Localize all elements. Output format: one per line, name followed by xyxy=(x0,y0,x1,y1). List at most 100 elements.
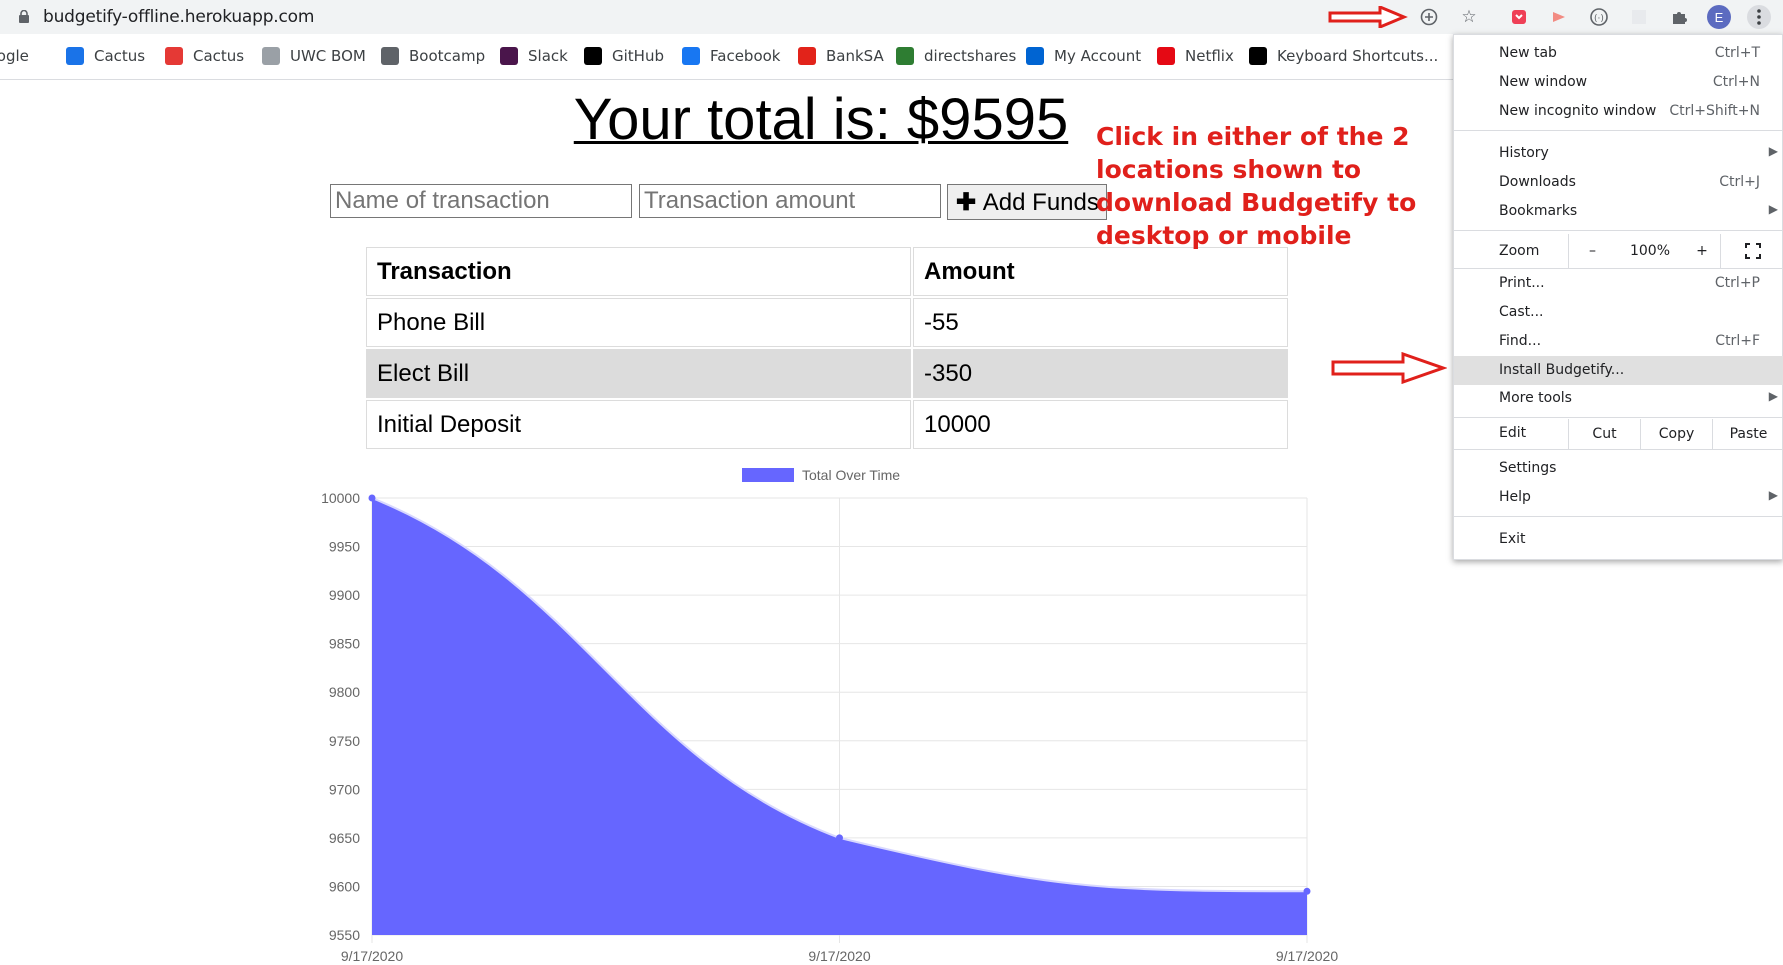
zoom-out-button[interactable]: – xyxy=(1568,234,1616,268)
chrome-menu-button[interactable] xyxy=(1747,5,1771,29)
cactus-icon xyxy=(66,47,84,65)
code-extension-icon[interactable]: (·) xyxy=(1587,5,1611,29)
fullscreen-icon[interactable] xyxy=(1720,234,1783,268)
transaction-name-input[interactable] xyxy=(330,184,632,218)
github-icon xyxy=(584,47,602,65)
chrome-menu: New tab Ctrl+T New window Ctrl+N New incog… xyxy=(1453,34,1783,560)
cast-extension-icon[interactable] xyxy=(1547,5,1571,29)
lock-icon xyxy=(19,10,29,23)
banksa-icon xyxy=(798,47,816,65)
menu-bookmarks[interactable]: Bookmarks ▶ xyxy=(1454,197,1783,226)
address-bar: budgetify-offline.herokuapp.com ☆ (·) E xyxy=(0,0,1783,34)
y-tick-label: 9650 xyxy=(329,830,360,846)
menu-print[interactable]: Print... Ctrl+P xyxy=(1454,269,1783,298)
y-tick-label: 9600 xyxy=(329,878,360,894)
bookmark-label: Bootcamp xyxy=(409,47,486,65)
bookmark-item[interactable]: directshares xyxy=(896,45,1016,67)
telstra-icon xyxy=(1026,47,1044,65)
bookmark-label: GitHub xyxy=(612,47,664,65)
edit-paste-button[interactable]: Paste xyxy=(1712,419,1783,449)
plus-icon: ✚ xyxy=(956,188,983,216)
add-funds-button[interactable]: ✚ Add Funds xyxy=(947,184,1107,220)
blank-extension-icon[interactable] xyxy=(1627,5,1651,29)
bookmark-label: BankSA xyxy=(826,47,884,65)
pocket-extension-icon[interactable] xyxy=(1507,5,1531,29)
star-icon[interactable]: ☆ xyxy=(1457,5,1481,29)
menu-new-tab[interactable]: New tab Ctrl+T xyxy=(1454,39,1783,68)
menu-label: Print... xyxy=(1499,275,1545,291)
menu-label: Zoom xyxy=(1499,243,1540,259)
disc-icon xyxy=(262,47,280,65)
menu-label: Exit xyxy=(1499,531,1526,547)
menu-help[interactable]: Help ▶ xyxy=(1454,483,1783,512)
data-point xyxy=(1303,887,1311,895)
chevron-right-icon: ▶ xyxy=(1768,488,1778,502)
bookmark-item[interactable]: BankSA xyxy=(798,45,884,67)
transactions-table: Transaction Amount Phone Bill -55 Elect … xyxy=(364,245,1290,451)
menu-shortcut: Ctrl+Shift+N xyxy=(1669,103,1760,119)
x-tick-label: 9/17/2020 xyxy=(341,948,403,964)
install-app-icon[interactable] xyxy=(1417,5,1441,29)
bookmark-item[interactable]: Cactus xyxy=(165,45,244,67)
y-tick-label: 9900 xyxy=(329,587,360,603)
bookmark-item[interactable]: Netflix xyxy=(1157,45,1234,67)
bookmark-item[interactable]: Bootcamp xyxy=(381,45,485,67)
menu-history[interactable]: History ▶ xyxy=(1454,139,1783,168)
y-tick-label: 9550 xyxy=(329,927,360,943)
bookmark-item[interactable]: Keyboard Shortcuts... xyxy=(1249,45,1438,67)
red-arrow-icon xyxy=(1328,6,1408,28)
bookmark-item[interactable]: Slack xyxy=(500,45,568,67)
total-over-time-chart: 10000 9950 9900 9850 9800 9750 9700 9650 9600 955… xyxy=(321,467,1338,964)
y-tick-label: 9850 xyxy=(329,636,360,652)
edit-cut-button[interactable]: Cut xyxy=(1568,419,1640,449)
menu-edit: Edit Cut Copy Paste xyxy=(1454,419,1783,449)
bookmark-item[interactable]: UWC BOM xyxy=(262,45,366,67)
legend-swatch xyxy=(742,468,794,482)
install-instruction-annotation: Click in either of the 2 locations shown… xyxy=(1096,122,1417,250)
cactus-logo-icon xyxy=(165,47,183,65)
header-amount: Amount xyxy=(913,247,1288,296)
menu-install-budgetify[interactable]: Install Budgetify... xyxy=(1454,356,1783,385)
menu-divider xyxy=(1454,417,1783,418)
slack-icon xyxy=(500,47,518,65)
bookmark-label: My Account xyxy=(1054,47,1142,65)
transaction-name: Phone Bill xyxy=(366,298,911,347)
chevron-right-icon: ▶ xyxy=(1768,202,1778,216)
menu-new-window[interactable]: New window Ctrl+N xyxy=(1454,68,1783,97)
bookmark-item[interactable]: GitHub xyxy=(584,45,664,67)
menu-settings[interactable]: Settings xyxy=(1454,454,1783,483)
bookmark-item[interactable]: Facebook xyxy=(682,45,780,67)
bookmark-item[interactable]: My Account xyxy=(1026,45,1141,67)
data-point xyxy=(368,494,376,502)
y-tick-label: 9700 xyxy=(329,781,360,797)
menu-label: New window xyxy=(1499,74,1588,90)
table-row: Phone Bill -55 xyxy=(366,298,1288,347)
menu-downloads[interactable]: Downloads Ctrl+J xyxy=(1454,168,1783,197)
menu-cast[interactable]: Cast... xyxy=(1454,298,1783,327)
zoom-in-button[interactable]: + xyxy=(1684,234,1720,268)
bookmark-label: Facebook xyxy=(710,47,781,65)
transaction-amount-input[interactable] xyxy=(639,184,941,218)
red-arrow-icon xyxy=(1331,352,1447,384)
menu-more-tools[interactable]: More tools ▶ xyxy=(1454,384,1783,413)
edit-copy-button[interactable]: Copy xyxy=(1640,419,1712,449)
bookmark-label: UWC BOM xyxy=(290,47,366,65)
menu-new-incognito-window[interactable]: New incognito window Ctrl+Shift+N xyxy=(1454,97,1783,126)
bookmark-label: Keyboard Shortcuts... xyxy=(1277,47,1439,65)
menu-find[interactable]: Find... Ctrl+F xyxy=(1454,327,1783,356)
menu-label: Bookmarks xyxy=(1499,203,1578,219)
menu-divider xyxy=(1454,130,1783,131)
puzzle-extensions-icon[interactable] xyxy=(1667,5,1691,29)
transaction-amount: -350 xyxy=(913,349,1288,398)
menu-label: Help xyxy=(1499,489,1531,505)
profile-avatar[interactable]: E xyxy=(1707,5,1731,29)
menu-exit[interactable]: Exit xyxy=(1454,525,1783,554)
bookmark-label: Netflix xyxy=(1185,47,1234,65)
y-tick-label: 9800 xyxy=(329,684,360,700)
bookmark-label: Cactus xyxy=(94,47,146,65)
url-text[interactable]: budgetify-offline.herokuapp.com xyxy=(43,7,314,27)
bookmark-item[interactable]: Cactus xyxy=(66,45,145,67)
header-transaction: Transaction xyxy=(366,247,911,296)
bookmark-item[interactable]: Google xyxy=(0,45,29,67)
y-tick-label: 9750 xyxy=(329,733,360,749)
